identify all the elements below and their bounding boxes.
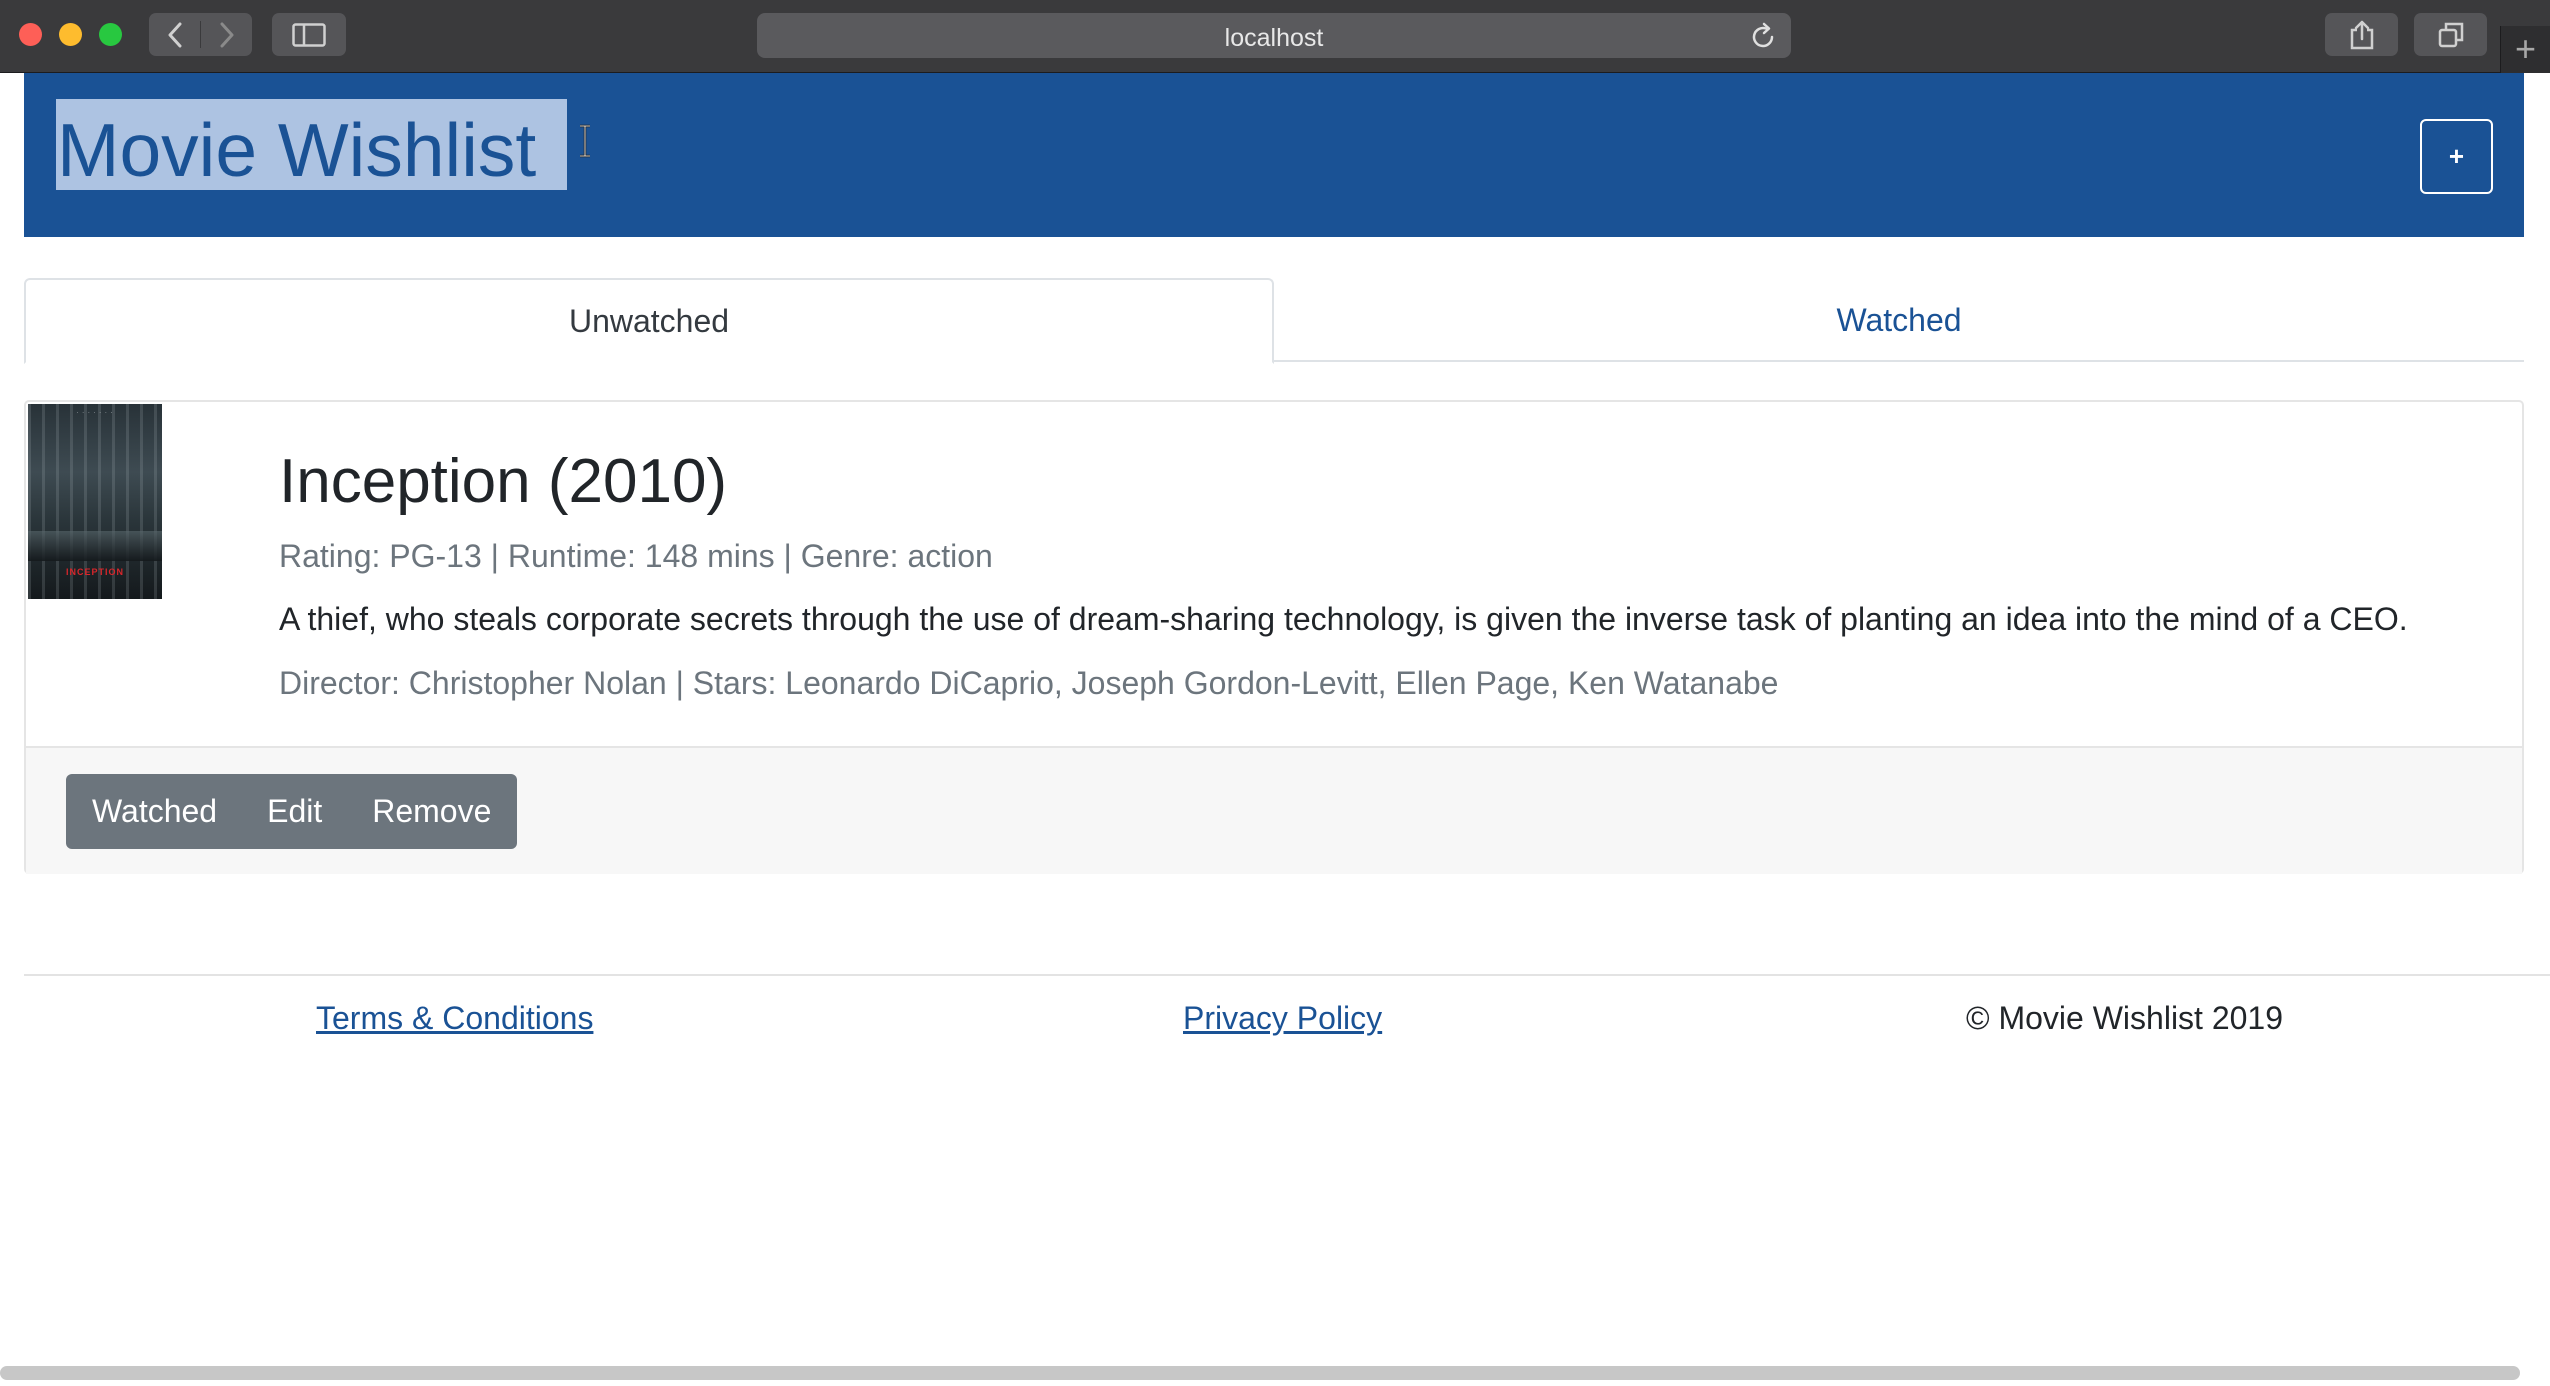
show-tabs-button[interactable] bbox=[2414, 13, 2487, 56]
watch-status-tabs: Unwatched Watched bbox=[24, 278, 2524, 364]
movie-actions: Watched Edit Remove bbox=[66, 774, 518, 849]
terms-link[interactable]: Terms & Conditions bbox=[316, 1000, 593, 1037]
back-button[interactable] bbox=[149, 13, 200, 56]
new-tab-button[interactable]: + bbox=[2500, 26, 2550, 73]
remove-button[interactable]: Remove bbox=[348, 774, 517, 849]
share-button[interactable] bbox=[2325, 13, 2398, 56]
chevron-right-icon bbox=[220, 22, 233, 47]
poster-credits-text: · · · · · · · bbox=[76, 410, 114, 416]
privacy-link[interactable]: Privacy Policy bbox=[1183, 1000, 1382, 1037]
text-cursor-icon bbox=[580, 124, 590, 158]
minimize-window-button[interactable] bbox=[59, 23, 82, 46]
app-navbar: Movie Wishlist + bbox=[24, 73, 2524, 237]
add-movie-button[interactable]: + bbox=[2420, 119, 2493, 194]
reload-icon[interactable] bbox=[1751, 22, 1777, 50]
mark-watched-button[interactable]: Watched bbox=[66, 774, 243, 849]
tabs-overview-icon bbox=[2438, 22, 2463, 47]
poster-title: INCEPTION bbox=[65, 567, 124, 577]
browser-toolbar: localhost + bbox=[0, 0, 2550, 73]
sidebar-toggle-button[interactable] bbox=[272, 13, 346, 56]
chevron-left-icon bbox=[168, 22, 181, 47]
address-bar[interactable]: localhost bbox=[757, 13, 1791, 58]
forward-button[interactable] bbox=[201, 13, 252, 56]
copyright-text: © Movie Wishlist 2019 bbox=[1966, 1000, 2284, 1036]
sidebar-icon bbox=[292, 22, 326, 47]
movie-meta: Rating: PG-13 | Runtime: 148 mins | Genr… bbox=[279, 538, 993, 574]
movie-title: Inception (2010) bbox=[279, 447, 728, 516]
share-icon bbox=[2350, 20, 2373, 49]
tab-unwatched[interactable]: Unwatched bbox=[24, 278, 1274, 364]
movie-poster: · · · · · · · INCEPTION bbox=[28, 404, 162, 599]
plus-icon: + bbox=[2514, 27, 2537, 69]
tab-watched[interactable]: Watched bbox=[1274, 278, 2524, 362]
card-footer: Watched Edit Remove bbox=[26, 746, 2522, 874]
movie-plot: A thief, who steals corporate secrets th… bbox=[279, 601, 2408, 637]
zoom-window-button[interactable] bbox=[99, 23, 122, 46]
brand-title[interactable]: Movie Wishlist bbox=[57, 110, 536, 191]
edit-button[interactable]: Edit bbox=[243, 774, 348, 849]
movie-card: · · · · · · · INCEPTION Inception (2010)… bbox=[24, 400, 2524, 874]
movie-credits: Director: Christopher Nolan | Stars: Leo… bbox=[279, 665, 1779, 701]
horizontal-scrollbar[interactable] bbox=[0, 1366, 2520, 1380]
url-text: localhost bbox=[1224, 24, 1324, 52]
footer-divider bbox=[24, 974, 2550, 976]
history-nav-group bbox=[149, 13, 252, 56]
close-window-button[interactable] bbox=[19, 23, 42, 46]
